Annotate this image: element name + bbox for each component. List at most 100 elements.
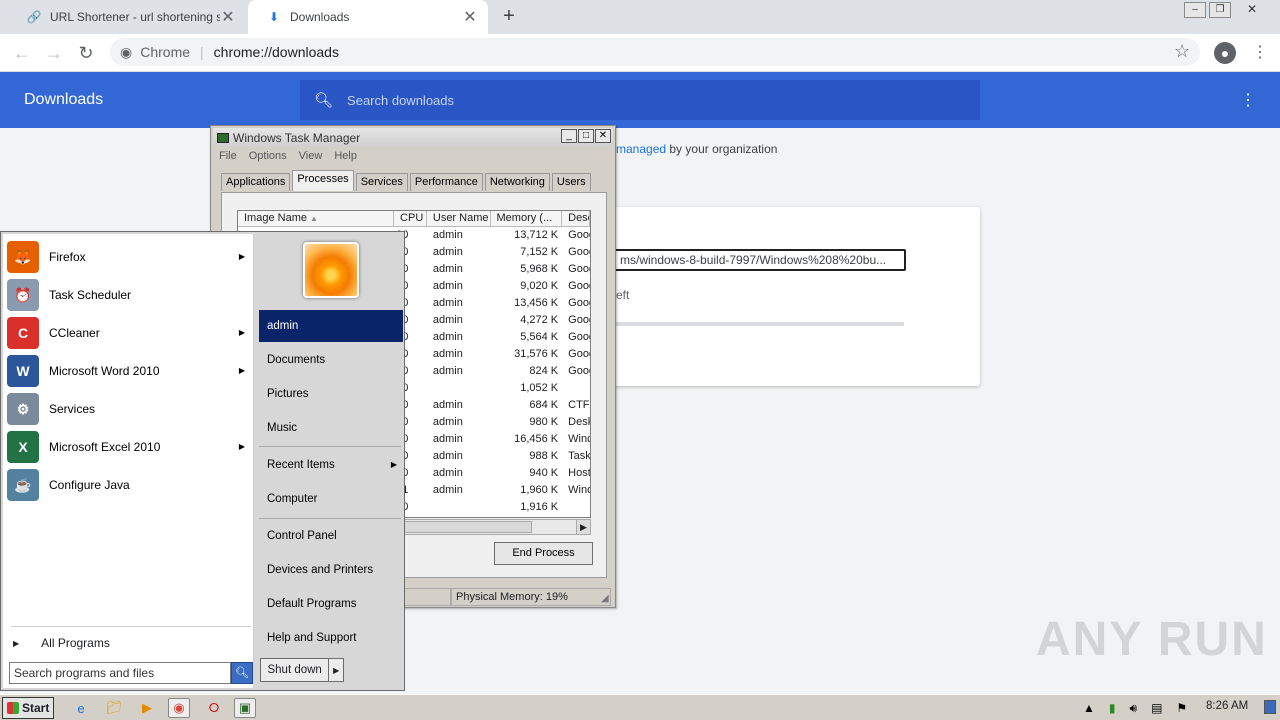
column-cpu[interactable]: CPU [394, 211, 427, 226]
back-button[interactable]: ← [10, 41, 34, 65]
windows-logo-icon [7, 702, 19, 714]
tab-downloads[interactable]: ⬇ Downloads ✕ [248, 0, 488, 34]
chrome-menu-icon[interactable]: ⋮ [1252, 42, 1268, 64]
program-item[interactable]: X Microsoft Excel 2010 ▶ [7, 430, 251, 464]
minimize-button[interactable]: – [1184, 2, 1206, 18]
address-bar[interactable]: ◉ Chrome | chrome://downloads [110, 38, 1200, 66]
all-programs-button[interactable]: ▶ All Programs [13, 636, 110, 650]
places-item-pictures[interactable]: Pictures [259, 378, 403, 410]
internet-explorer-icon[interactable]: e [70, 698, 92, 718]
shutdown-options-icon[interactable]: ▶ [329, 666, 343, 675]
opera-icon[interactable]: ⭘ [203, 698, 225, 718]
task-manager-titlebar[interactable]: Windows Task Manager [213, 128, 613, 147]
url-text: chrome://downloads [213, 44, 339, 60]
show-hidden-icons-icon[interactable]: ▲ [1083, 701, 1095, 715]
program-item[interactable]: 🦊 Firefox ▶ [7, 240, 251, 274]
search-icon: 🔍︎ [314, 92, 334, 109]
maximize-button[interactable]: □ [578, 129, 594, 143]
menu-options[interactable]: Options [249, 150, 287, 162]
action-center-flag-icon[interactable]: ⚑ [1176, 701, 1187, 715]
menu-help[interactable]: Help [334, 150, 357, 162]
places-item-computer[interactable]: Computer [259, 483, 403, 515]
search-programs-input[interactable]: Search programs and files [9, 662, 231, 684]
places-item-documents[interactable]: Documents [259, 344, 403, 376]
column-description[interactable]: Desc [562, 211, 590, 226]
tab-networking[interactable]: Networking [484, 173, 550, 191]
tab-applications[interactable]: Applications [221, 173, 291, 191]
cell-memory: 16,456 K [514, 433, 559, 445]
close-icon[interactable]: ✕ [462, 7, 478, 27]
cell-memory: 5,968 K [520, 263, 559, 275]
search-icon[interactable]: 🔍︎ [231, 662, 253, 684]
places-item-control-panel[interactable]: Control Panel [259, 520, 403, 552]
program-item[interactable]: W Microsoft Word 2010 ▶ [7, 354, 251, 388]
explorer-folder-icon[interactable]: 📁︎ [103, 698, 125, 718]
cell-memory: 940 K [529, 467, 559, 479]
shutdown-button[interactable]: Shut down ▶ [260, 658, 344, 682]
profile-icon[interactable]: ● [1214, 42, 1236, 64]
program-item[interactable]: C CCleaner ▶ [7, 316, 251, 350]
all-programs-label: All Programs [41, 636, 110, 650]
scroll-right-icon[interactable]: ▶ [576, 520, 590, 534]
places-item-music[interactable]: Music [259, 412, 403, 444]
program-label: Microsoft Word 2010 [49, 364, 160, 378]
downloads-menu-icon[interactable]: ⋮ [1240, 90, 1256, 110]
start-menu: 🦊 Firefox ▶ ⏰ Task Scheduler C CCleaner ▶ W Micro… [0, 231, 405, 691]
menu-file[interactable]: File [219, 150, 237, 162]
search-downloads-input[interactable]: 🔍︎ Search downloads [300, 80, 980, 120]
new-tab-button[interactable]: + [498, 5, 520, 28]
battery-icon[interactable]: ▮ [1109, 701, 1116, 715]
program-item[interactable]: ⚙ Services [7, 392, 251, 426]
menu-view[interactable]: View [299, 150, 323, 162]
close-window-button[interactable]: ✕ [1234, 2, 1270, 18]
places-item-recent-items[interactable]: Recent Items ▶ [259, 449, 403, 481]
download-url[interactable]: ms/windows-8-build-7997/Windows%208%20bu… [604, 249, 906, 271]
minimize-button[interactable]: _ [561, 129, 577, 143]
column-memory[interactable]: Memory (... [491, 211, 563, 226]
places-item-help-support[interactable]: Help and Support [259, 622, 403, 654]
media-player-icon[interactable]: ▶ [136, 698, 158, 718]
tab-performance[interactable]: Performance [409, 173, 483, 191]
network-icon[interactable]: ▤ [1151, 701, 1162, 715]
show-desktop-icon[interactable] [1264, 700, 1276, 714]
cell-description: Goog [568, 297, 590, 309]
managed-notice: managed by your organization [616, 142, 777, 156]
cell-memory: 5,564 K [520, 331, 559, 343]
volume-icon[interactable]: 🔊︎ [1130, 701, 1138, 716]
reload-button[interactable]: ↻ [74, 41, 98, 65]
cell-memory: 1,052 K [520, 382, 559, 394]
status-memory: Physical Memory: 19% [451, 588, 611, 606]
cell-description: Goog [568, 246, 590, 258]
cell-description: Goog [568, 331, 590, 343]
column-image-name[interactable]: Image Name ▲ [238, 211, 395, 226]
managed-link[interactable]: managed [616, 142, 666, 156]
close-icon[interactable]: ✕ [220, 7, 236, 27]
tab-url-shortener[interactable]: 🔗 URL Shortener - url shortening servic … [8, 0, 246, 34]
clock[interactable]: 8:26 AM [1206, 700, 1248, 712]
program-item[interactable]: ☕ Configure Java [7, 468, 251, 502]
start-button[interactable]: Start [2, 697, 54, 719]
tab-users[interactable]: Users [551, 173, 591, 191]
resize-grip-icon[interactable]: ◢ [601, 593, 613, 605]
bookmark-star-icon[interactable]: ☆ [1174, 41, 1190, 62]
forward-button[interactable]: → [42, 41, 66, 65]
cell-user-name: admin [432, 229, 463, 241]
start-menu-places: admin Documents Pictures Music Recent It… [255, 234, 403, 688]
places-item-default-programs[interactable]: Default Programs [259, 588, 403, 620]
end-process-button[interactable]: End Process [494, 542, 593, 565]
restore-button[interactable]: ❐ [1209, 2, 1231, 18]
start-menu-programs: 🦊 Firefox ▶ ⏰ Task Scheduler C CCleaner ▶ W Micro… [3, 234, 254, 688]
places-item-admin[interactable]: admin [259, 310, 403, 342]
places-item-devices-printers[interactable]: Devices and Printers [259, 554, 403, 586]
program-item[interactable]: ⏰ Task Scheduler [7, 278, 251, 312]
tab-services[interactable]: Services [355, 173, 408, 191]
column-user-name[interactable]: User Name [427, 211, 491, 226]
task-manager-taskbar-icon[interactable]: ▣ [234, 698, 256, 718]
sort-asc-icon: ▲ [310, 214, 318, 223]
chrome-taskbar-icon[interactable]: ◉ [168, 698, 190, 718]
cell-user-name: admin [432, 467, 463, 479]
tab-processes[interactable]: Processes [292, 170, 354, 191]
managed-suffix: by your organization [666, 142, 778, 156]
close-button[interactable]: ✕ [595, 129, 611, 143]
cell-user-name: admin [432, 280, 463, 292]
